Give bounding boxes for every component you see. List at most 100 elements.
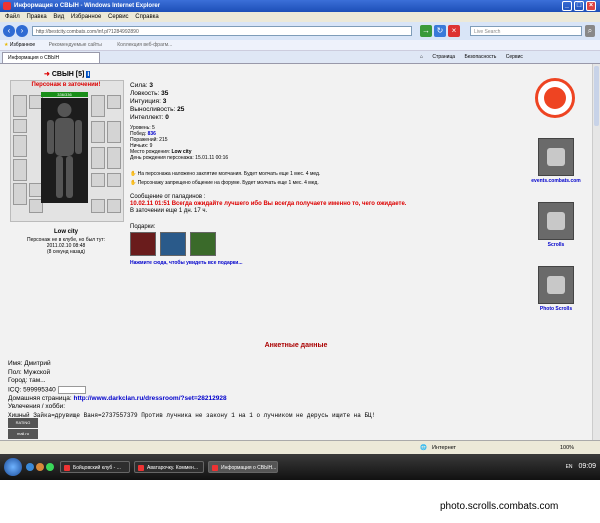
cmd-page[interactable]: Страница [432,54,455,60]
slot-rune-2[interactable] [107,199,121,213]
events-banner[interactable] [538,138,574,176]
character-name: ➜ СВЫН [5] i [44,71,91,78]
prison-status: Персонаж в заточении! [31,82,101,88]
combats-task-icon [64,465,70,471]
profile-city: Город: там... [8,377,46,384]
task-comments[interactable]: Аватарочку. Коммен... [134,461,204,473]
paladin-message: Сообщение от паладинов : 10.02.11 01:51 … [130,194,407,214]
fav-item-gallery[interactable]: Коллекция веб-фрагм... [117,42,172,48]
slot-legs[interactable] [91,147,105,169]
tab-character-info[interactable]: Информация о СВЫН [2,52,100,63]
paladin-text: 10.02.11 01:51 Всегда ожидайте лучшего и… [130,201,407,207]
slot-gloves[interactable] [91,95,105,117]
slot-shield[interactable] [91,121,105,143]
slot-earrings[interactable] [13,119,27,133]
slot-rune[interactable] [91,199,105,213]
character-location: Low city [53,229,78,235]
photo-scrolls-link[interactable]: Photo Scrolls [526,306,586,312]
zone-label: Интернет [432,445,456,451]
watermark: photo.scrolls.combats.com [440,501,559,512]
slot-belt[interactable] [13,183,27,205]
homepage-link[interactable]: http://www.darkclan.ru/dressroom/?set=28… [73,395,226,402]
search-input[interactable]: Live Search [470,26,582,36]
profile-title: Анкетные данные [264,342,328,349]
notice-silence: ✋ На персонажа наложено заклятие молчани… [130,171,321,177]
back-button[interactable]: ‹ [3,25,15,37]
address-input[interactable]: http://bestcity.combats.com/inf.pl?12849… [32,26,412,36]
scrollbar-thumb[interactable] [594,66,599,126]
zoom-level[interactable]: 100% [560,441,574,455]
refresh-icon[interactable]: ↻ [434,25,446,37]
profile-name: Имя: Дмитрий [8,360,51,367]
page-content: ➜ СВЫН [5] i Персонаж в заточении! 336/3… [0,64,592,440]
character-figure [41,98,88,203]
slot-offhand[interactable] [107,121,121,143]
silence-icon: ✋ [130,171,137,177]
home-icon[interactable]: ⌂ [420,54,423,60]
arrow-icon: ➜ [44,71,50,78]
cmd-safety[interactable]: Безопасность [464,54,496,60]
online-status: Персонаж не в клубе, но был тут: 2011.02… [10,237,122,255]
tab-label: Информация о СВЫН [8,55,60,61]
profile-icq: ICQ: 599995340 [8,385,375,395]
window-title: Информация о СВЫН - Windows Internet Exp… [14,3,161,9]
slot-weapon[interactable] [13,159,27,181]
forward-button[interactable]: › [16,25,28,37]
gift-item[interactable] [190,232,216,256]
star-icon: ★ [4,42,9,48]
quicklaunch-folder-icon[interactable] [36,463,44,471]
start-button[interactable] [4,458,22,476]
minimize-button[interactable]: _ [562,1,572,11]
menu-help[interactable]: Справка [135,14,159,20]
events-link[interactable]: events.combats.com [526,178,586,184]
clock: 09:09 [578,463,596,470]
slot-helmet[interactable] [13,95,27,117]
slot-charm-2[interactable] [107,173,121,187]
gifts-label: Подарки: [130,224,156,230]
gift-item[interactable] [130,232,156,256]
notice-forum: ✋ Персонажу запрещено общение на форуме.… [130,180,319,186]
language-indicator[interactable]: EN [566,464,573,470]
slot-boots[interactable] [107,147,121,169]
icq-status-icon [57,385,86,394]
scrolls-link[interactable]: Scrolls [526,242,586,248]
stat-intuition: Интуиция: 3 [130,98,167,105]
scrolls-banner[interactable] [538,202,574,240]
taskbar: Бойцовский клуб - ... Аватарочку. Коммен… [0,454,600,480]
close-button[interactable]: × [586,1,596,11]
menu-tools[interactable]: Сервис [108,14,129,20]
combats-logo[interactable] [535,78,575,118]
photo-scrolls-banner[interactable] [538,266,574,304]
menu-favorites[interactable]: Избранное [71,14,101,20]
maximize-button[interactable]: □ [574,1,584,11]
task-combats-club[interactable]: Бойцовский клуб - ... [60,461,130,473]
menu-edit[interactable]: Правка [26,14,46,20]
mailru-counter[interactable]: mail.ru [8,429,38,439]
tab-bar: Информация о СВЫН ⌂ Страница Безопасност… [0,51,600,64]
all-gifts-link[interactable]: Нажмите сюда, чтобы увидеть все подарки.… [130,260,243,266]
slot-armor[interactable] [13,135,27,157]
cmd-tools[interactable]: Сервис [506,54,523,60]
menu-view[interactable]: Вид [53,14,64,20]
menu-file[interactable]: Файл [5,14,20,20]
browser-window: Информация о СВЫН - Windows Internet Exp… [0,0,600,480]
stop-icon[interactable]: × [448,25,460,37]
rating-counter[interactable]: RATING [8,418,38,428]
character-stats: Сила: 3 Ловкость: 35 Интуиция: 3 Выносли… [130,82,184,122]
menu-bar: Файл Правка Вид Избранное Сервис Справка [0,12,600,22]
slot-bracer[interactable] [107,95,121,109]
quicklaunch-icq-icon[interactable] [46,463,54,471]
quicklaunch-ie-icon[interactable] [26,463,34,471]
ie-task-icon [212,465,218,471]
info-icon[interactable]: i [86,71,91,78]
vertical-scrollbar[interactable] [592,64,600,440]
fav-item-suggested[interactable]: Рекомендуемые сайты [49,42,102,48]
gift-item[interactable] [160,232,186,256]
slot-charm[interactable] [91,173,105,187]
task-character-info[interactable]: Информация о СВЫН... [208,461,278,473]
title-bar: Информация о СВЫН - Windows Internet Exp… [0,0,600,12]
search-icon[interactable]: ⌕ [585,25,595,37]
go-icon[interactable]: → [420,25,432,37]
hp-bar: 336/336 [41,92,88,97]
favorites-button[interactable]: Избранное [10,42,35,48]
